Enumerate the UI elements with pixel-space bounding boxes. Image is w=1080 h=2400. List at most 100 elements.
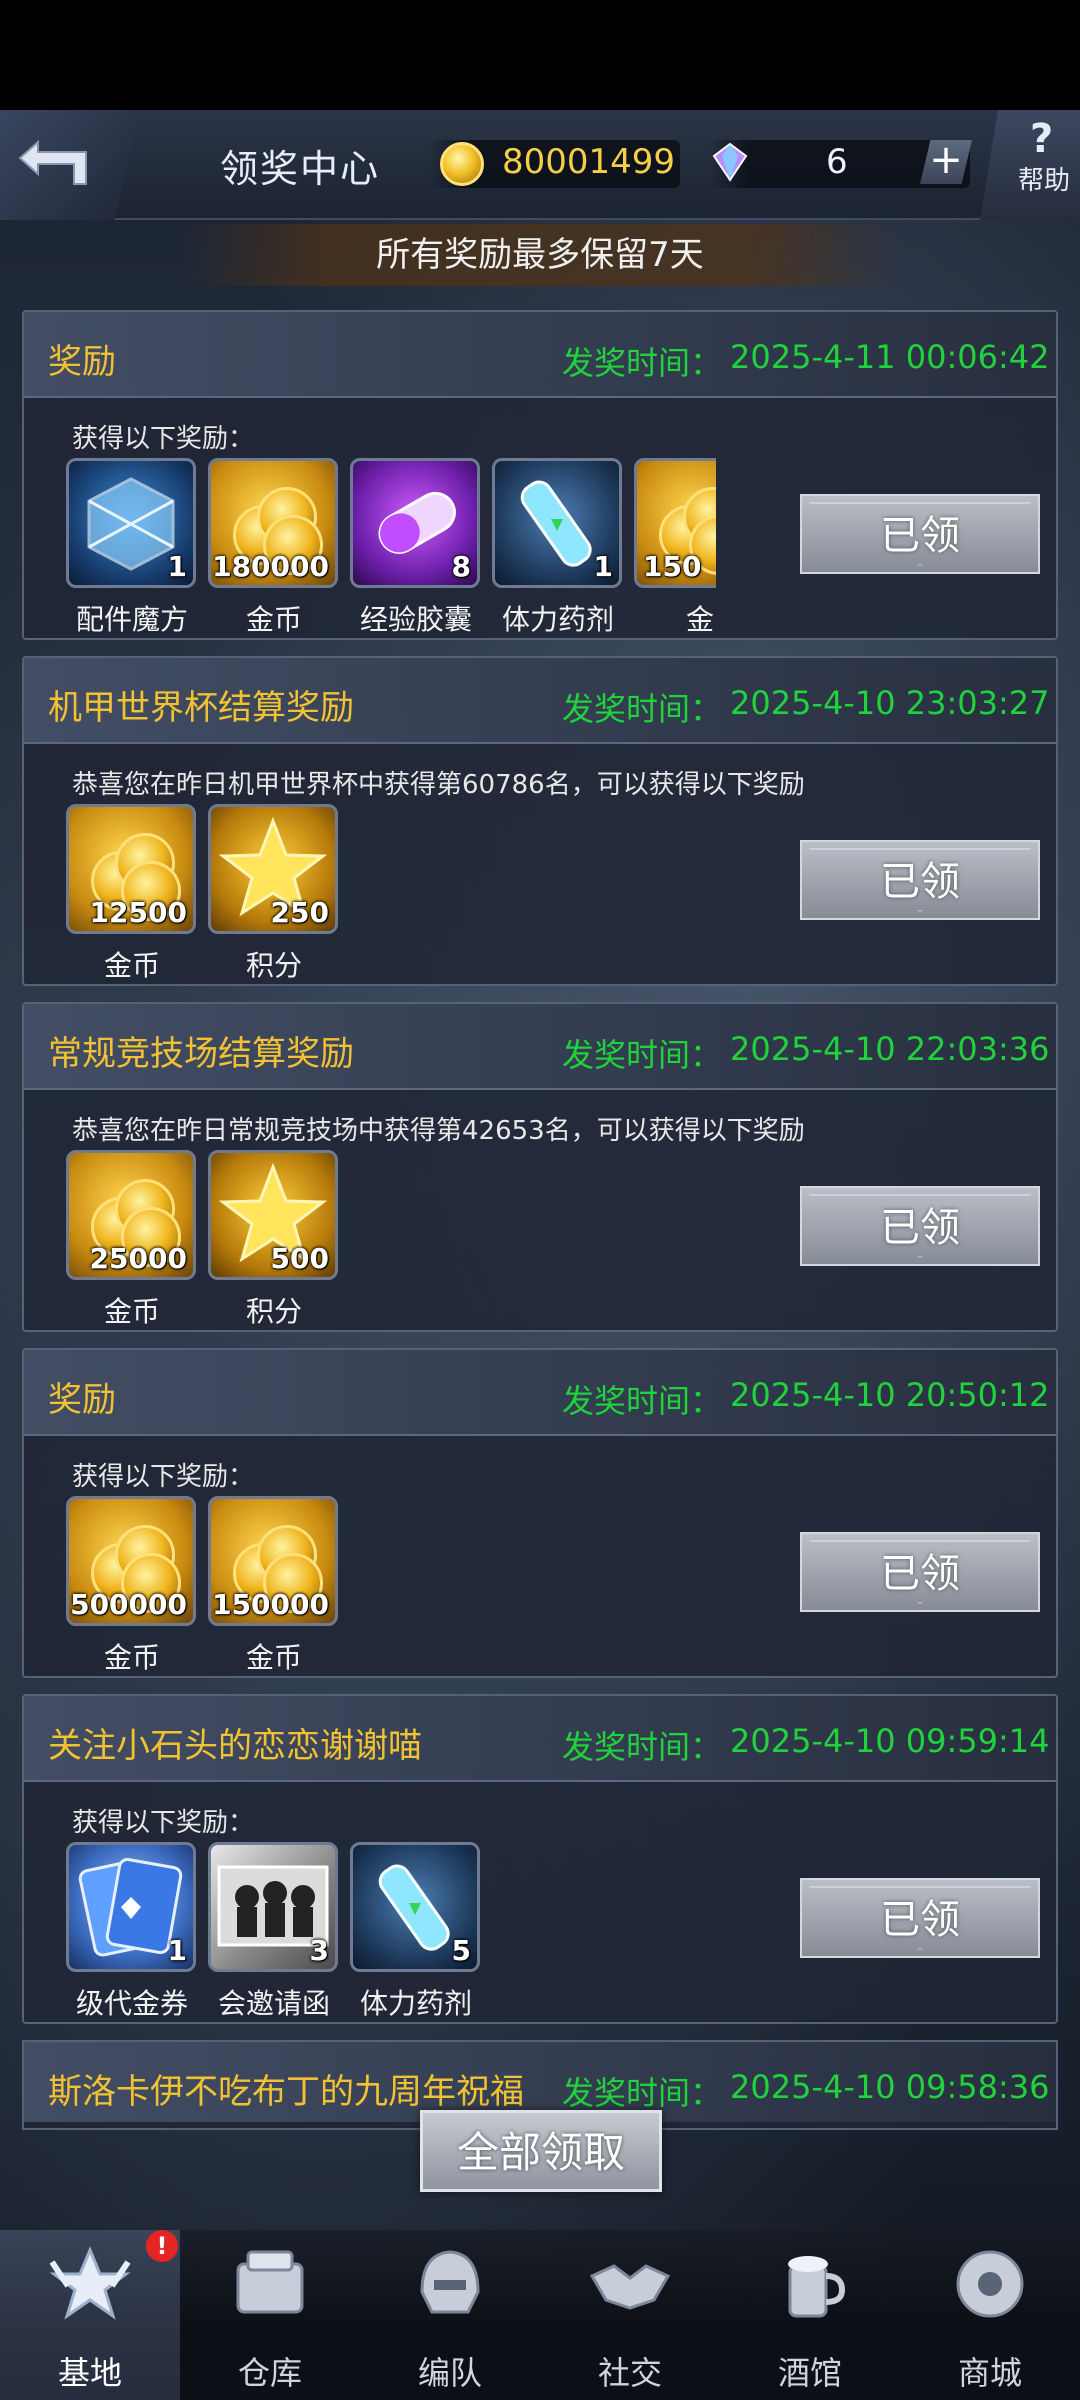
reward-card: 奖励 发奖时间： 2025-4-11 00:06:42 获得以下奖励： 1 配件… — [22, 310, 1058, 640]
nav-item-social[interactable]: 社交 — [540, 2230, 720, 2400]
star-points-icon: 250 — [208, 804, 338, 934]
invitation-letter-icon: 3 — [208, 1842, 338, 1972]
item-count: 1 — [167, 1934, 187, 1967]
item-count: 5 — [451, 1934, 471, 1967]
reward-title: 奖励 — [48, 1380, 116, 1420]
reward-card: 关注小石头的恋恋谢谢喵 发奖时间： 2025-4-10 09:59:14 获得以… — [22, 1694, 1058, 2024]
handshake-icon — [589, 2264, 671, 2310]
gem-balance: 6 — [826, 142, 848, 182]
item-name: 体力药剂 — [359, 1987, 472, 2020]
voucher-card-icon: 1 — [66, 1842, 196, 1972]
item-count: 12500 — [89, 896, 187, 929]
reward-item[interactable]: 12500 金币 — [66, 804, 198, 984]
reward-item[interactable]: 1 配件魔方 — [66, 458, 198, 638]
item-count: 1 — [167, 550, 187, 583]
award-time-label: 发奖时间： — [562, 1036, 723, 1074]
reward-item[interactable]: 25000 金币 — [66, 1150, 198, 1330]
reward-title: 常规竞技场结算奖励 — [48, 1034, 354, 1074]
claimed-label: 已领 — [880, 1205, 960, 1251]
reward-item[interactable]: 150000 金币 — [208, 1496, 340, 1676]
reward-item[interactable]: 500000 金币 — [66, 1496, 198, 1676]
claim-all-label: 全部领取 — [456, 2128, 625, 2177]
reward-card: 常规竞技场结算奖励 发奖时间： 2025-4-10 22:03:36 恭喜您在昨… — [22, 1002, 1058, 1332]
item-name: 配件魔方 — [75, 603, 188, 636]
claimed-button[interactable]: 已领 — [800, 1186, 1040, 1266]
nav-item-shop[interactable]: 商城 — [900, 2230, 1080, 2400]
award-time-label: 发奖时间： — [562, 690, 723, 728]
nav-item-warehouse[interactable]: 仓库 — [180, 2230, 360, 2400]
item-name: 金 — [685, 603, 714, 636]
nav-label: 社交 — [597, 2354, 662, 2392]
reward-items: 25000 金币 500 积分 — [66, 1150, 716, 1330]
claimed-button[interactable]: 已领 — [800, 840, 1040, 920]
award-time: 2025-4-10 09:58:36 — [730, 2068, 1050, 2106]
gold-coins-icon: 150 — [634, 458, 716, 588]
reward-title: 关注小石头的恋恋谢谢喵 — [48, 1726, 422, 1766]
claimed-label: 已领 — [880, 1551, 960, 1597]
award-time: 2025-4-10 22:03:36 — [730, 1030, 1050, 1068]
gold-coins-icon: 12500 — [66, 804, 196, 934]
claimed-button[interactable]: 已领 — [800, 1878, 1040, 1958]
back-button[interactable] — [0, 110, 140, 220]
claim-all-button[interactable]: 全部领取 — [420, 2110, 662, 2192]
reward-card-header: 关注小石头的恋恋谢谢喵 发奖时间： 2025-4-10 09:59:14 — [24, 1696, 1056, 1782]
reward-item[interactable]: 1 体力药剂 — [492, 458, 624, 638]
item-count: 8 — [451, 550, 471, 583]
reward-card-header: 机甲世界杯结算奖励 发奖时间： 2025-4-10 23:03:27 — [24, 658, 1056, 744]
award-time-label: 发奖时间： — [562, 1382, 723, 1420]
exp-capsule-icon: 8 — [350, 458, 480, 588]
item-count: 500 — [270, 1242, 329, 1275]
item-count: 150000 — [212, 1588, 329, 1621]
gold-coins-icon: 180000 — [208, 458, 338, 588]
top-header: 领奖中心 80001499 6 + ? 帮助 — [0, 110, 1080, 220]
claimed-label: 已领 — [880, 513, 960, 559]
nav-label: 商城 — [957, 2354, 1022, 2392]
reward-title: 斯洛卡伊不吃布丁的九周年祝福 — [48, 2072, 524, 2112]
nav-item-formation[interactable]: 编队 — [360, 2230, 540, 2400]
item-name: 会邀请函 — [217, 1987, 330, 2020]
item-name: 体力药剂 — [501, 603, 614, 636]
reward-item[interactable]: 5 体力药剂 — [350, 1842, 482, 2022]
award-time-label: 发奖时间： — [562, 1728, 723, 1766]
claimed-label: 已领 — [880, 859, 960, 905]
tavern-icon — [788, 2256, 846, 2318]
reward-title: 奖励 — [48, 342, 116, 382]
item-name: 金币 — [103, 949, 160, 982]
accessory-cube-icon: 1 — [66, 458, 196, 588]
award-time: 2025-4-10 20:50:12 — [730, 1376, 1050, 1414]
award-time-label: 发奖时间： — [562, 344, 723, 382]
reward-item[interactable]: 8 经验胶囊 — [350, 458, 482, 638]
reward-card-header: 常规竞技场结算奖励 发奖时间： 2025-4-10 22:03:36 — [24, 1004, 1056, 1090]
back-arrow-icon — [18, 139, 87, 185]
gold-coin-icon — [440, 142, 484, 186]
claimed-button[interactable]: 已领 — [800, 494, 1040, 574]
gold-coins-icon: 150000 — [208, 1496, 338, 1626]
reward-card: 机甲世界杯结算奖励 发奖时间： 2025-4-10 23:03:27 恭喜您在昨… — [22, 656, 1058, 986]
gold-coins-icon: 25000 — [66, 1150, 196, 1280]
reward-item[interactable]: 3 会邀请函 — [208, 1842, 340, 2022]
reward-description: 恭喜您在昨日机甲世界杯中获得第60786名，可以获得以下奖励 — [72, 770, 805, 800]
reward-item[interactable]: 250 积分 — [208, 804, 340, 984]
item-name: 经验胶囊 — [359, 603, 472, 636]
stamina-potion-icon: 5 — [350, 1842, 480, 1972]
item-count: 1 — [593, 550, 613, 583]
reward-item[interactable]: 150 金 — [634, 458, 716, 638]
item-count: 500000 — [70, 1588, 187, 1621]
nav-item-base[interactable]: ! 基地 — [0, 2230, 180, 2400]
reward-item[interactable]: 180000 金币 — [208, 458, 340, 638]
nav-label: 编队 — [417, 2354, 482, 2392]
item-name: 金币 — [103, 1295, 160, 1328]
award-time: 2025-4-10 09:59:14 — [730, 1722, 1050, 1760]
reward-description: 恭喜您在昨日常规竞技场中获得第42653名，可以获得以下奖励 — [72, 1116, 805, 1146]
item-name: 积分 — [245, 949, 302, 982]
reward-items: 1 级代金券 3 会邀请函 5 体力药剂 — [66, 1842, 716, 2022]
formation-helmet-icon — [420, 2250, 480, 2314]
claimed-button[interactable]: 已领 — [800, 1532, 1040, 1612]
nav-item-tavern[interactable]: 酒馆 — [720, 2230, 900, 2400]
reward-item[interactable]: 1 级代金券 — [66, 1842, 198, 2022]
item-count: 150 — [643, 550, 702, 583]
item-count: 25000 — [89, 1242, 187, 1275]
help-label: 帮助 — [1018, 166, 1071, 196]
shop-robot-icon — [956, 2250, 1024, 2318]
reward-item[interactable]: 500 积分 — [208, 1150, 340, 1330]
